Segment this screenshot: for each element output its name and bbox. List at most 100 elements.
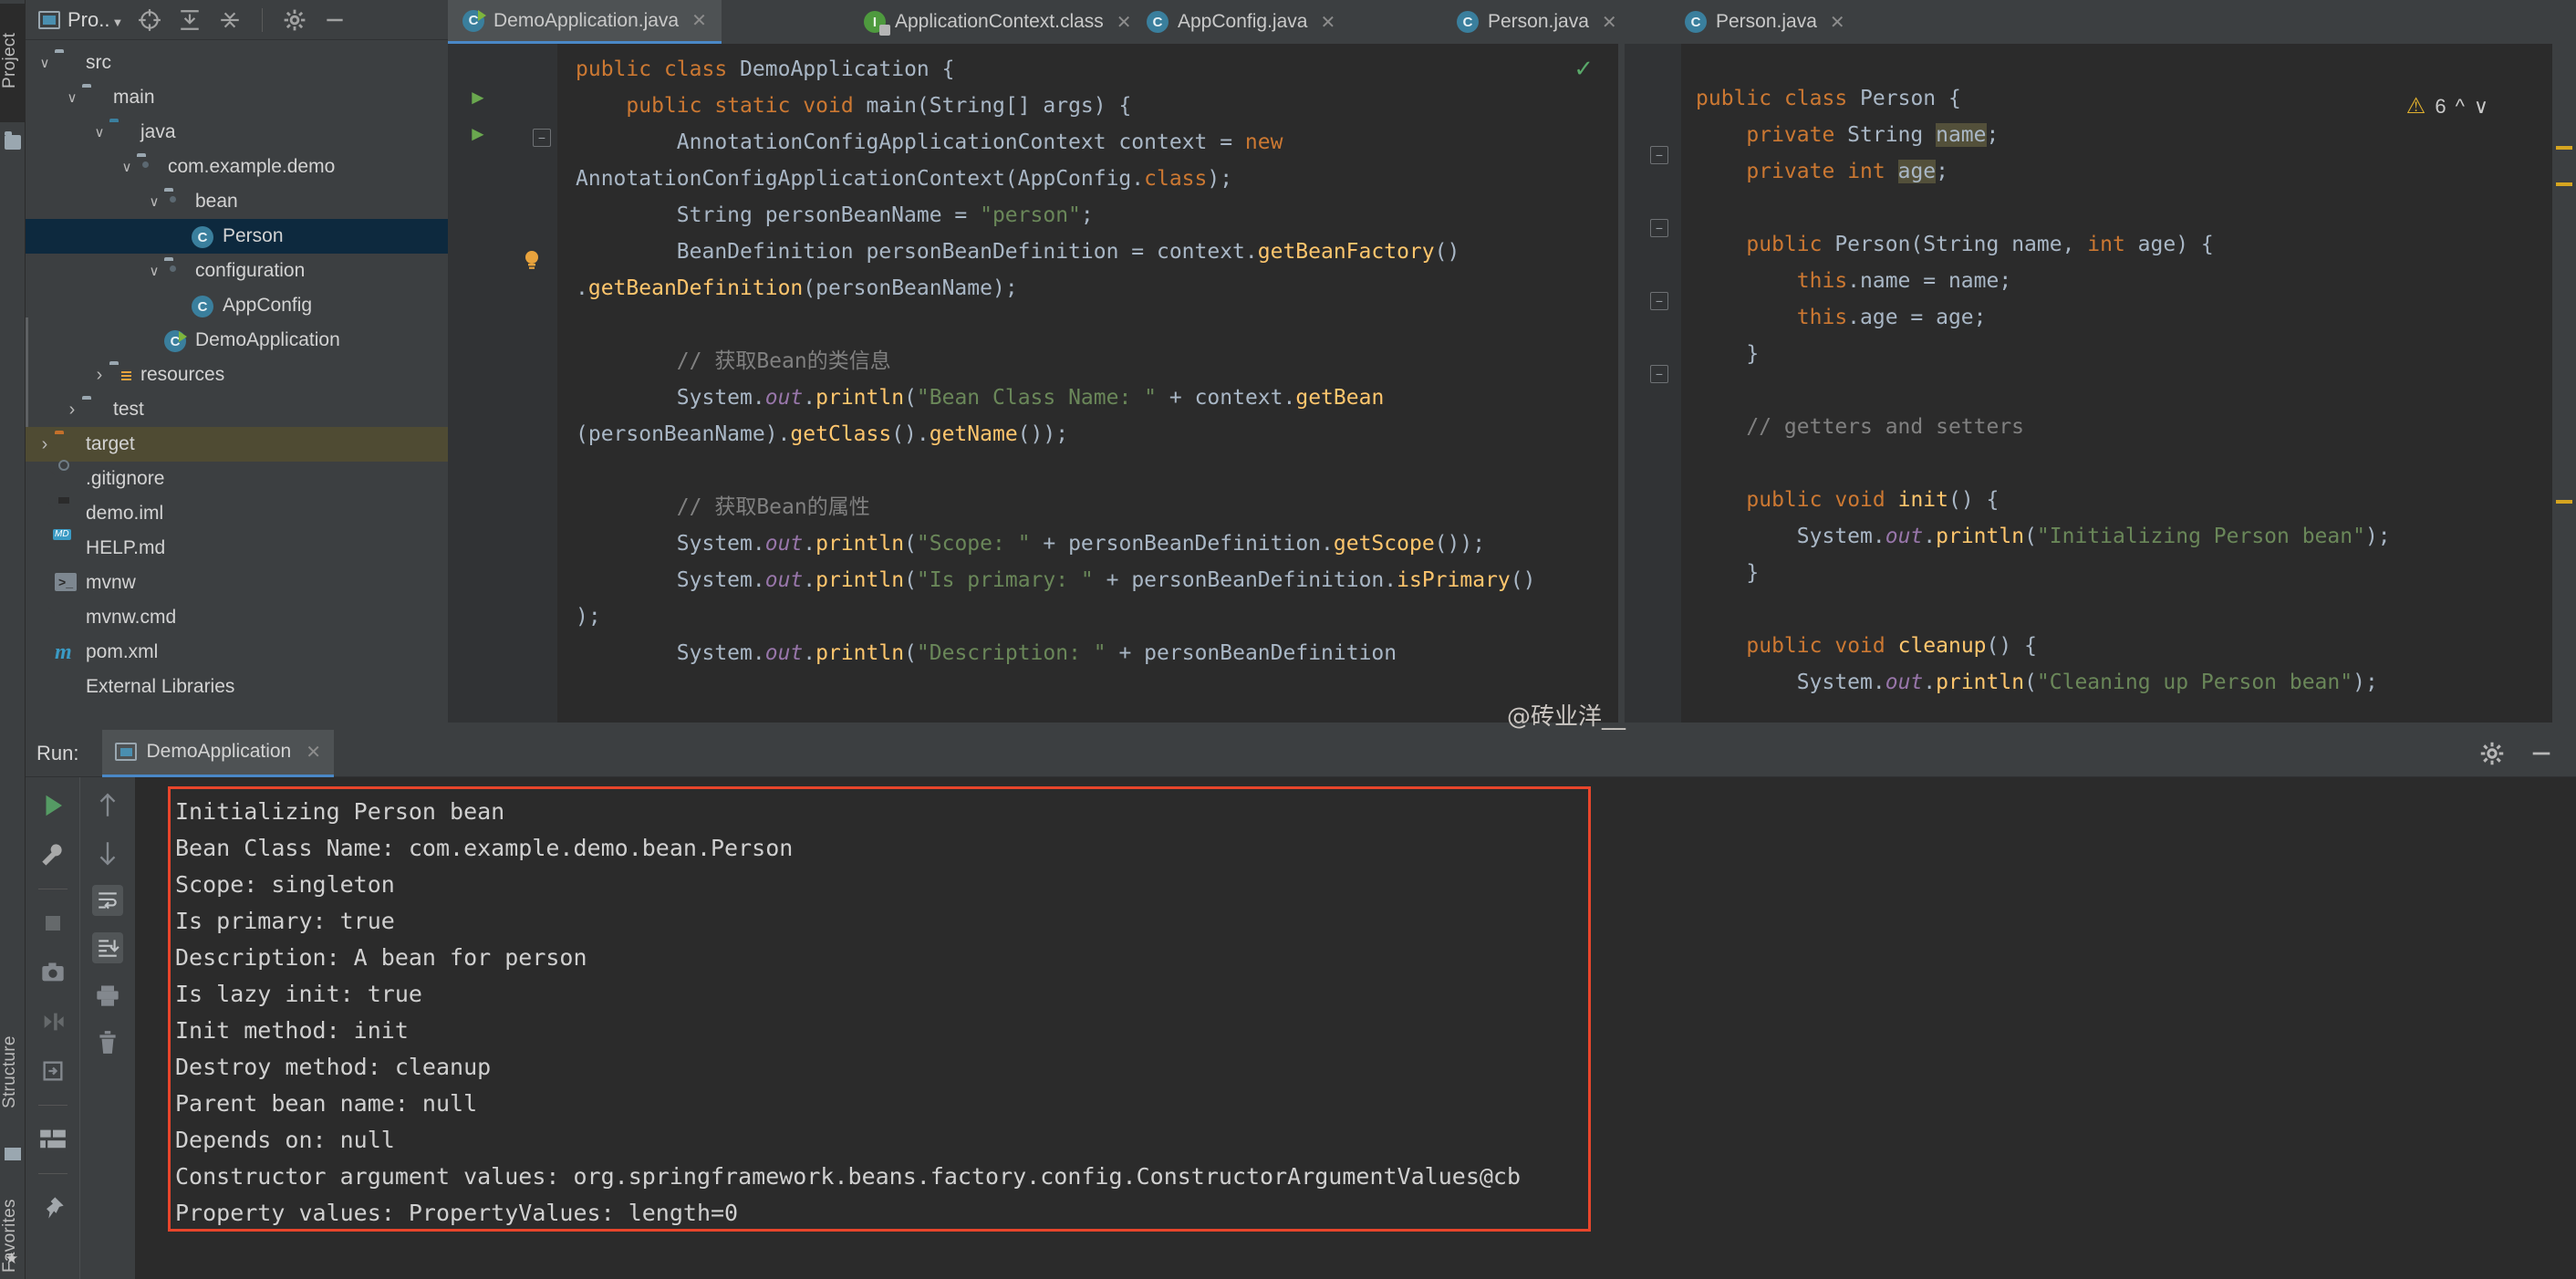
sidebar-tab-project[interactable]: Project — [0, 4, 26, 122]
tree-node-resources[interactable]: resources — [26, 358, 448, 392]
chevron-right-icon[interactable] — [62, 400, 82, 421]
trash-icon[interactable] — [92, 1027, 123, 1058]
close-icon[interactable]: ✕ — [1602, 11, 1617, 34]
tree-node-demoapplication[interactable]: C DemoApplication — [26, 323, 448, 358]
minimize-icon[interactable] — [2529, 741, 2554, 766]
scroll-up-icon[interactable] — [92, 790, 123, 821]
export-icon[interactable] — [37, 1055, 68, 1087]
close-icon[interactable]: ✕ — [691, 9, 707, 32]
print-icon[interactable] — [92, 980, 123, 1011]
chevron-down-icon[interactable] — [35, 55, 55, 71]
chevron-down-icon[interactable] — [62, 89, 82, 106]
tree-node-mvnw[interactable]: >_ mvnw — [26, 566, 448, 600]
layout-icon[interactable] — [37, 1124, 68, 1155]
inspection-ok-icon[interactable]: ✓ — [1574, 55, 1594, 83]
editor-tab-0[interactable]: C DemoApplication.java ✕ — [448, 0, 722, 44]
tree-node-appconfig[interactable]: C AppConfig — [26, 288, 448, 323]
tree-node-external-libraries[interactable]: External Libraries — [26, 670, 448, 704]
close-icon[interactable]: ✕ — [1117, 11, 1132, 34]
chevron-down-icon[interactable] — [89, 124, 109, 140]
scroll-down-icon[interactable] — [92, 837, 123, 868]
editor-code-right[interactable]: package com.example.demo.bean; public cl… — [1625, 44, 2576, 694]
chevron-down-icon[interactable] — [144, 193, 164, 210]
interface-locked-icon: I — [864, 11, 890, 36]
close-icon[interactable]: ✕ — [1830, 11, 1845, 34]
gear-icon[interactable] — [2479, 741, 2505, 766]
tree-node-com-example-demo[interactable]: com.example.demo — [26, 150, 448, 184]
tree-node-mvnw-cmd[interactable]: mvnw.cmd — [26, 600, 448, 635]
class-icon: C — [1147, 11, 1169, 33]
run-tab-demoapplication[interactable]: DemoApplication ✕ — [102, 729, 335, 777]
marker-warning[interactable] — [2556, 182, 2572, 186]
class-runnable-icon: C — [462, 9, 486, 32]
debug-dump-icon[interactable] — [37, 1006, 68, 1037]
rerun-settings-icon[interactable] — [37, 839, 68, 870]
code-line: AnnotationConfigApplicationContext conte… — [576, 130, 1283, 154]
chevron-down-icon[interactable]: ▼ — [111, 16, 123, 29]
stop-icon[interactable] — [37, 908, 68, 939]
collapse-all-icon[interactable] — [218, 8, 242, 32]
locate-icon[interactable] — [138, 8, 161, 32]
editor-tab-1[interactable]: I ApplicationContext.class ✕ — [849, 0, 1147, 44]
editor-pane-right[interactable]: − − − − package com.example.demo.bean; p… — [1625, 44, 2576, 723]
expand-all-icon[interactable] — [178, 8, 202, 32]
code-line: // 获取Bean的属性 — [576, 495, 870, 519]
tree-node-test[interactable]: test — [26, 392, 448, 427]
minimize-icon[interactable] — [323, 8, 347, 32]
close-icon[interactable]: ✕ — [1320, 11, 1335, 34]
code-line: public void init() { — [1746, 488, 2000, 512]
editor-pane-left[interactable]: ► ► − public class DemoApplication { pub… — [448, 44, 1625, 723]
gear-icon[interactable] — [283, 8, 306, 32]
editor-tab-label: ApplicationContext.class — [895, 11, 1104, 32]
console-output-panel[interactable]: Initializing Person bean Bean Class Name:… — [135, 777, 2576, 1279]
inspection-marker-strip[interactable] — [2552, 44, 2576, 723]
tree-node-label: com.example.demo — [168, 156, 336, 177]
chevron-down-icon[interactable] — [144, 263, 164, 279]
tree-node-main[interactable]: main — [26, 80, 448, 115]
editor-code-left[interactable]: public class DemoApplication { public st… — [448, 44, 1625, 723]
tree-node-help-md[interactable]: MD HELP.md — [26, 529, 448, 566]
code-line: BeanDefinition personBeanDefinition = co… — [576, 240, 1460, 264]
tree-node-pom-xml[interactable]: m pom.xml — [26, 635, 448, 670]
tree-node-person[interactable]: C Person — [26, 219, 448, 254]
editor-tab-2[interactable]: C AppConfig.java ✕ — [1132, 0, 1350, 44]
chevron-down-icon[interactable] — [117, 159, 137, 175]
tree-node-target[interactable]: target — [26, 427, 448, 462]
chevron-right-icon[interactable] — [35, 434, 55, 455]
tree-node-bean[interactable]: bean — [26, 184, 448, 219]
left-tool-strip: Project Structure Favorites ★ — [0, 0, 26, 1279]
tree-node-demo-iml[interactable]: demo.iml — [26, 496, 448, 531]
console-line: Description: A bean for person — [175, 944, 587, 971]
inspection-warning-widget[interactable]: ⚠ 6 ^ ∨ — [2406, 93, 2488, 120]
code-line: AnnotationConfigApplicationContext(AppCo… — [576, 167, 1233, 191]
chevron-right-icon[interactable] — [89, 365, 109, 386]
tree-node-java[interactable]: java — [26, 115, 448, 150]
marker-warning[interactable] — [2556, 500, 2572, 504]
close-icon[interactable]: ✕ — [306, 741, 321, 764]
camera-icon[interactable] — [37, 957, 68, 988]
code-line: System.out.println("Cleaning up Person b… — [1696, 671, 2378, 694]
console-line: Property values: PropertyValues: length=… — [175, 1200, 739, 1226]
project-scrollbar[interactable] — [26, 317, 28, 427]
tree-node-src[interactable]: src — [26, 46, 448, 80]
run-icon[interactable] — [37, 790, 68, 821]
console-line: Bean Class Name: com.example.demo.bean.P… — [175, 835, 794, 861]
editor-splitter[interactable] — [1618, 44, 1625, 723]
next-problem-icon[interactable]: ∨ — [2474, 95, 2488, 119]
marker-warning[interactable] — [2556, 146, 2572, 150]
run-config-icon — [115, 743, 138, 761]
scroll-to-end-icon[interactable] — [92, 932, 123, 963]
soft-wrap-icon[interactable] — [92, 885, 123, 916]
editor-tab-4[interactable]: C Person.java ✕ — [1670, 0, 1860, 44]
tree-node-label: .gitignore — [86, 468, 165, 489]
tree-node--gitignore[interactable]: .gitignore — [26, 460, 448, 496]
sidebar-tab-structure[interactable]: Structure — [0, 994, 26, 1149]
editor-tab-3[interactable]: C Person.java ✕ — [1442, 0, 1632, 44]
prev-problem-icon[interactable]: ^ — [2456, 95, 2465, 119]
folder-icon — [5, 131, 21, 150]
pin-icon[interactable] — [37, 1192, 68, 1223]
tree-node-configuration[interactable]: configuration — [26, 254, 448, 288]
